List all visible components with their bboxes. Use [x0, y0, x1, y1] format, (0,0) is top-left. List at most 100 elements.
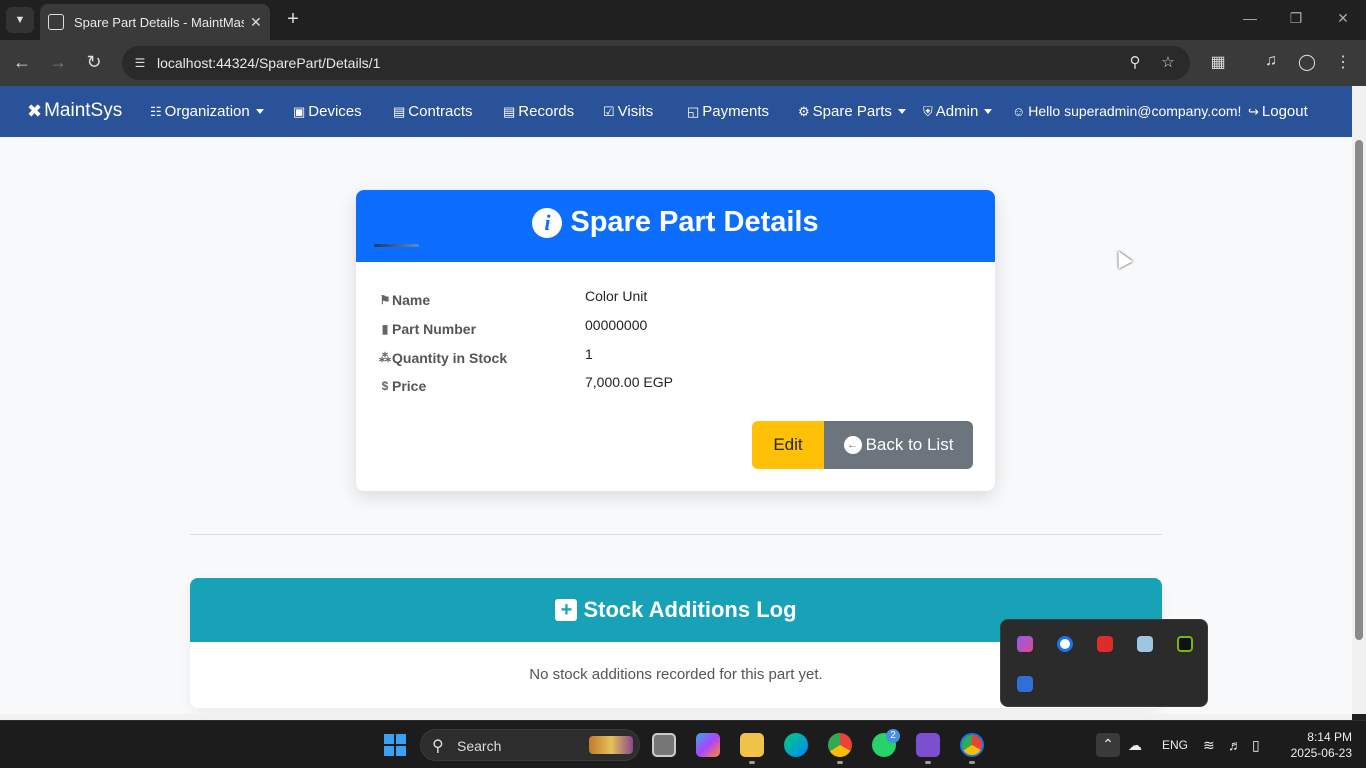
- nav-organization[interactable]: ☷ Organization: [150, 103, 264, 120]
- brand-name: MaintSys: [44, 100, 123, 121]
- tag-icon: ⚑: [379, 293, 391, 307]
- detail-row-price: $ Price 7,000.00 EGP: [378, 374, 978, 396]
- battery-icon[interactable]: ▯: [1252, 737, 1260, 754]
- nav-logout[interactable]: ↪ Logout: [1248, 103, 1308, 120]
- nav-records[interactable]: ▤ Records: [503, 103, 574, 120]
- minimize-icon[interactable]: —: [1240, 10, 1260, 26]
- detail-row-quantity: ⁂ Quantity in Stock 1: [378, 346, 978, 368]
- search-highlight-image: [589, 736, 633, 754]
- nav-payments[interactable]: ◱ Payments: [687, 103, 769, 120]
- close-window-icon[interactable]: ✕: [1333, 10, 1353, 27]
- nav-label: Payments: [702, 103, 769, 120]
- caret-down-icon: [897, 109, 906, 114]
- profile-icon[interactable]: ◯: [1296, 52, 1318, 72]
- detail-label: ⁂ Quantity in Stock: [378, 350, 507, 366]
- whatsapp-badge: 2: [886, 729, 900, 743]
- dollar-icon: $: [381, 379, 389, 393]
- search-label: Search: [457, 738, 502, 754]
- clock-time[interactable]: 8:14 PM: [1290, 730, 1352, 744]
- nav-admin[interactable]: ⛨ Admin: [923, 103, 993, 120]
- logout-label: Logout: [1261, 103, 1308, 120]
- nav-devices[interactable]: ▣ Devices: [293, 103, 362, 120]
- page-title: Spare Part Details: [570, 206, 819, 238]
- nav-visits[interactable]: ☑ Visits: [603, 103, 653, 120]
- input-language[interactable]: ENG: [1162, 738, 1188, 752]
- detail-label: ▮ Part Number: [378, 321, 476, 337]
- boxes-icon: ⁂: [379, 351, 391, 365]
- running-indicator: [749, 761, 755, 764]
- nvidia-icon[interactable]: [1177, 636, 1193, 652]
- nav-label: Organization: [164, 103, 250, 120]
- edit-button[interactable]: Edit: [752, 421, 824, 469]
- back-to-list-button[interactable]: ← Back to List: [824, 421, 973, 469]
- stock-log-title: Stock Additions Log: [583, 597, 797, 622]
- media-control-icon[interactable]: ♫: [1260, 52, 1282, 70]
- brand-link[interactable]: ✖ MaintSys: [27, 100, 122, 122]
- sitemap-icon: ☷: [150, 103, 162, 119]
- bookmark-star-icon[interactable]: ☆: [1158, 53, 1178, 71]
- start-button[interactable]: [384, 734, 406, 756]
- tab-search-menu-button[interactable]: ▼: [6, 7, 34, 33]
- user-greeting-text: Hello superadmin@company.com!: [1028, 103, 1242, 119]
- reload-icon[interactable]: ↻: [82, 52, 106, 73]
- label-text: Part Number: [392, 321, 477, 337]
- nav-label: Admin: [935, 103, 979, 120]
- new-tab-button[interactable]: +: [282, 8, 304, 31]
- chevron-up-icon[interactable]: ⌃: [1096, 733, 1120, 757]
- tray-app-icon-4[interactable]: [1137, 636, 1153, 652]
- nav-user-greeting[interactable]: ☺ Hello superadmin@company.com!: [1012, 103, 1241, 119]
- detail-label: $ Price: [378, 378, 427, 394]
- windows-logo-tile: [384, 746, 394, 756]
- back-arrow-icon[interactable]: ←: [10, 52, 34, 73]
- detail-value: 00000000: [585, 317, 648, 333]
- detail-value: 1: [585, 346, 593, 362]
- tray-app-icon-3[interactable]: [1097, 636, 1113, 652]
- logout-icon: ↪: [1248, 103, 1259, 119]
- tray-app-icon-1[interactable]: [1017, 636, 1033, 652]
- url-text[interactable]: localhost:44324/SparePart/Details/1: [157, 55, 380, 71]
- header-accent-line: [374, 244, 419, 247]
- browser-menu-icon[interactable]: ⋮: [1332, 52, 1354, 72]
- onedrive-cloud-icon[interactable]: ☁: [1128, 737, 1142, 754]
- restore-icon[interactable]: ❐: [1286, 10, 1306, 27]
- document-icon: ▤: [393, 103, 406, 119]
- detail-label: ⚑ Name: [378, 292, 431, 308]
- site-settings-icon[interactable]: ☰: [130, 53, 150, 73]
- copilot-icon[interactable]: [696, 733, 720, 757]
- nav-contracts[interactable]: ▤ Contracts: [393, 103, 473, 120]
- volume-icon[interactable]: ♬: [1228, 737, 1242, 753]
- security-shield-icon[interactable]: [1017, 676, 1033, 692]
- taskbar-search-box[interactable]: ⚲ Search: [420, 729, 640, 761]
- shield-icon: ⛨: [923, 103, 933, 119]
- clock-date[interactable]: 2025-06-23: [1280, 746, 1352, 760]
- tools-icon: ✖: [27, 100, 43, 121]
- browser-tab-active[interactable]: Spare Part Details - MaintMaster ✕: [40, 4, 270, 40]
- forward-arrow-icon[interactable]: →: [46, 52, 70, 73]
- visual-studio-icon[interactable]: [916, 733, 940, 757]
- nav-spare-parts[interactable]: ⚙ Spare Parts: [798, 103, 906, 120]
- task-view-icon[interactable]: [652, 733, 676, 757]
- extensions-icon[interactable]: ▦: [1207, 52, 1229, 72]
- wifi-icon[interactable]: ≋: [1203, 737, 1215, 754]
- arrow-left-circle-icon: ←: [843, 436, 862, 454]
- windows-logo-tile: [384, 734, 394, 744]
- edge-icon[interactable]: [784, 733, 808, 757]
- address-bar[interactable]: ☰ localhost:44324/SparePart/Details/1 ⚲ …: [122, 46, 1190, 80]
- search-icon: ⚲: [432, 738, 444, 755]
- tray-app-icon-2[interactable]: [1057, 636, 1073, 652]
- user-circle-icon: ☺: [1012, 103, 1026, 119]
- chrome-icon[interactable]: [828, 733, 852, 757]
- file-explorer-icon[interactable]: [740, 733, 764, 757]
- detail-value: 7,000.00 EGP: [585, 374, 673, 390]
- chrome-dev-icon[interactable]: [960, 733, 984, 757]
- zoom-icon[interactable]: ⚲: [1125, 53, 1145, 71]
- windows-taskbar: ⚲ Search 2 ⌃ ☁ ENG ≋ ♬ ▯ 8:14 PM 2025-06…: [0, 720, 1366, 768]
- scrollbar-thumb[interactable]: [1355, 140, 1363, 640]
- nav-label: Contracts: [408, 103, 473, 120]
- nav-label: Devices: [308, 103, 362, 120]
- close-tab-icon[interactable]: ✕: [250, 14, 262, 31]
- section-divider: [190, 534, 1162, 535]
- barcode-icon: ▮: [381, 322, 389, 336]
- gear-icon: ⚙: [798, 103, 810, 119]
- page-scrollbar[interactable]: [1352, 86, 1366, 714]
